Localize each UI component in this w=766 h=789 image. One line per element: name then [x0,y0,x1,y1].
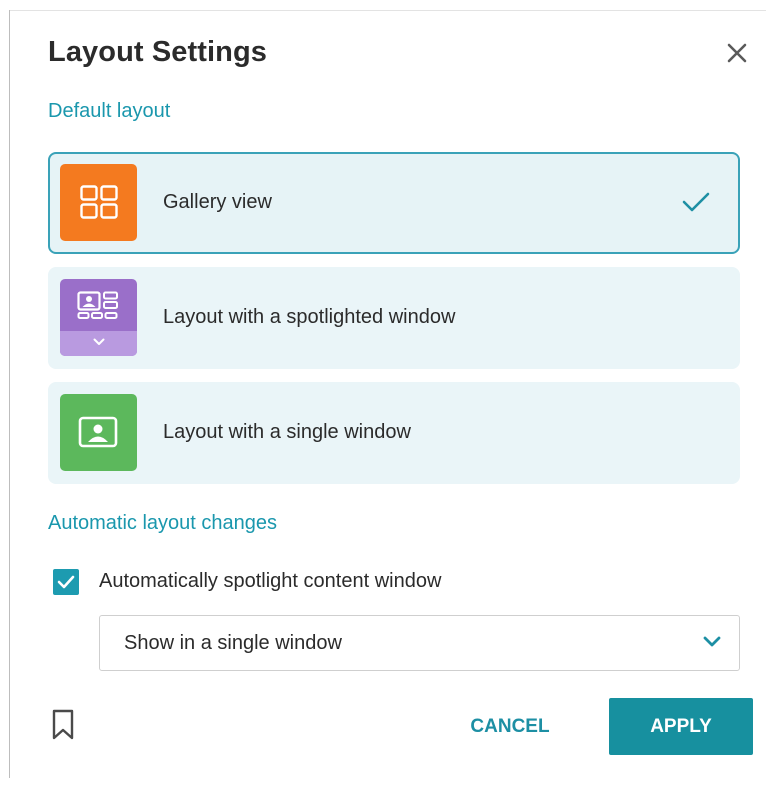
dialog-top-edge [9,10,766,11]
automatic-layout-heading: Automatic layout changes [48,512,278,534]
bookmark-button[interactable] [52,709,74,746]
spotlight-layout-icon [77,291,118,319]
dialog-title: Layout Settings [48,36,268,68]
single-window-tile [60,394,137,471]
select-value: Show in a single window [124,632,342,654]
spotlight-tile [60,279,137,356]
chevron-down-icon [93,338,105,345]
layout-option-single[interactable]: Layout with a single window [48,382,740,484]
default-layout-heading: Default layout [48,100,171,122]
dialog-left-edge [9,10,10,778]
layout-option-label: Gallery view [163,191,272,213]
close-button[interactable] [722,38,752,68]
apply-button[interactable]: APPLY [609,698,753,755]
layout-option-label: Layout with a spotlighted window [163,306,456,328]
gallery-tile [60,164,137,241]
spotlight-content-label: Automatically spotlight content window [99,570,442,592]
layout-option-spotlight[interactable]: Layout with a spotlighted window [48,267,740,369]
chevron-down-icon [703,636,721,647]
cancel-button[interactable]: CANCEL [456,702,564,752]
spotlight-content-checkbox[interactable] [53,569,79,595]
layout-option-label: Layout with a single window [163,421,411,443]
close-icon [727,43,747,63]
gallery-grid-icon [80,185,118,219]
bookmark-icon [52,709,74,740]
layout-option-gallery[interactable]: Gallery view [48,152,740,254]
checkmark-icon [682,192,710,212]
single-window-icon [78,416,118,448]
checkbox-check-icon [57,575,75,589]
spotlight-mode-select[interactable]: Show in a single window [99,615,740,671]
